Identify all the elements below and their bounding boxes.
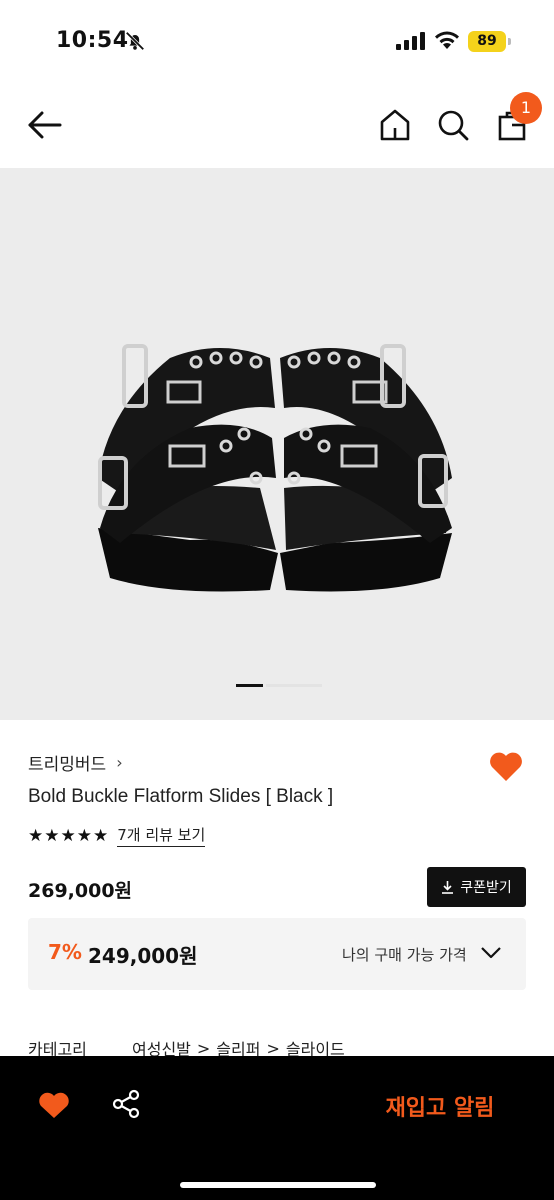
product-name: Bold Buckle Flatform Slides [ Black ]: [28, 786, 334, 807]
chevron-down-icon: [481, 947, 501, 959]
heart-icon[interactable]: [38, 1091, 70, 1119]
chevron-right-icon: ›: [116, 753, 123, 772]
brand-name: 트리밍버드: [28, 755, 107, 775]
heart-icon[interactable]: [488, 750, 524, 782]
brand-link[interactable]: 트리밍버드 ›: [28, 750, 123, 775]
share-icon[interactable]: [112, 1089, 140, 1119]
top-nav: 1: [0, 78, 554, 168]
pager-track: [266, 684, 322, 687]
pager-active-dot: [236, 684, 263, 687]
cart-count-badge: 1: [510, 92, 542, 124]
download-icon: [442, 881, 454, 894]
coupon-label: 쿠폰받기: [460, 880, 512, 896]
back-arrow-icon[interactable]: [24, 108, 64, 142]
discount-price: 249,000원: [88, 944, 198, 968]
rating-row: ★★★★★ 7개 리뷰 보기: [28, 824, 206, 847]
star-rating: ★★★★★: [28, 825, 110, 846]
status-time: 10:54: [56, 28, 129, 53]
chevron-right-icon: >: [196, 1038, 211, 1058]
home-icon[interactable]: [378, 108, 412, 142]
wifi-icon: [435, 31, 459, 49]
bell-off-icon: [125, 31, 145, 51]
review-link[interactable]: 7개 리뷰 보기: [117, 824, 206, 847]
restock-alert-button[interactable]: 재입고 알림: [350, 1084, 530, 1128]
discount-rate: 7%: [48, 940, 82, 964]
product-image-carousel[interactable]: [0, 168, 554, 720]
image-pager: [236, 684, 326, 687]
bottom-action-bar: 재입고 알림: [0, 1056, 554, 1200]
original-price: 269,000원: [28, 880, 133, 902]
signal-icon: [396, 32, 425, 50]
chevron-right-icon: >: [266, 1038, 280, 1058]
product-photo: [98, 344, 452, 592]
discount-price-box[interactable]: 7% 249,000원 나의 구매 가능 가격: [28, 918, 526, 990]
search-icon[interactable]: [436, 108, 470, 142]
battery-indicator: 89: [468, 31, 511, 52]
home-indicator: [180, 1182, 376, 1188]
my-price-label: 나의 구매 가능 가격: [342, 946, 467, 964]
status-bar: 10:54 89: [0, 0, 554, 78]
coupon-button[interactable]: 쿠폰받기: [427, 867, 526, 907]
